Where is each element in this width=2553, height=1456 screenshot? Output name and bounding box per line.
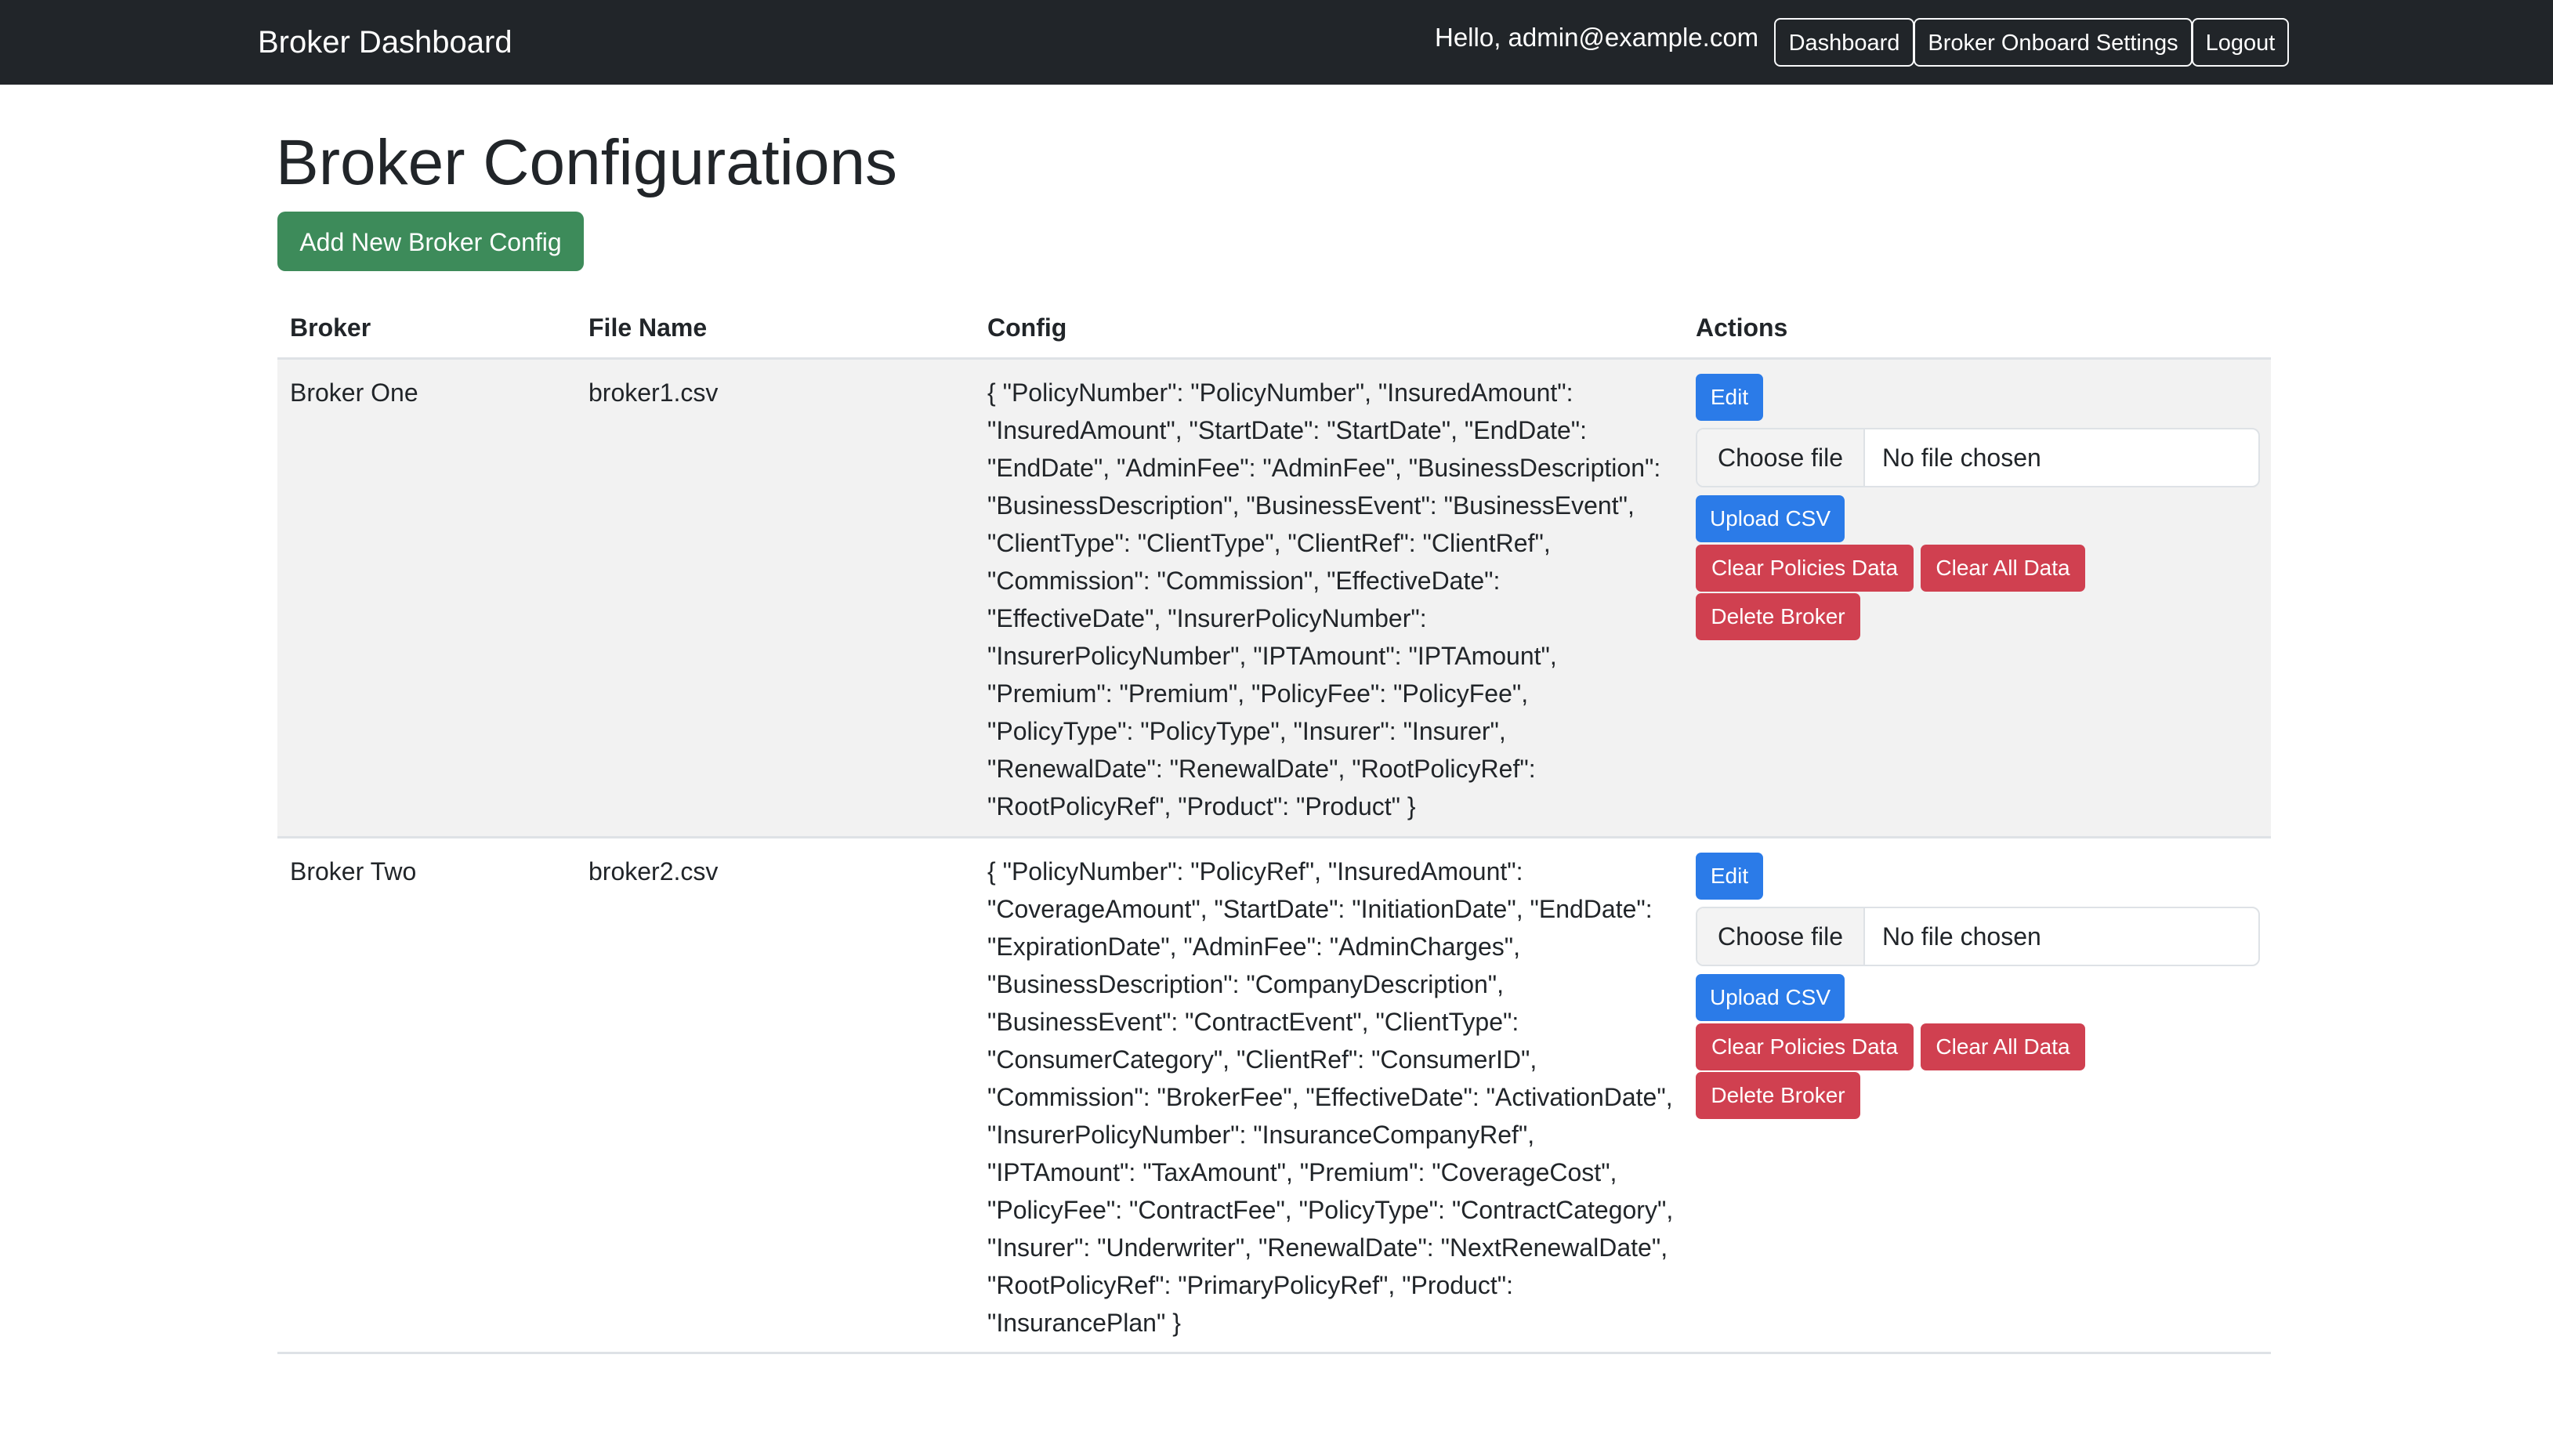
csv-file-input[interactable]: Choose file No file chosen bbox=[1696, 907, 2260, 966]
top-navbar: Broker Dashboard Hello, admin@example.co… bbox=[0, 0, 2553, 85]
upload-csv-button[interactable]: Upload CSV bbox=[1696, 974, 1845, 1021]
broker-name: Broker One bbox=[290, 378, 418, 407]
user-greeting: Hello, admin@example.com bbox=[1435, 23, 1759, 52]
column-header-actions: Actions bbox=[1696, 313, 1788, 342]
nav-dashboard-button[interactable]: Dashboard bbox=[1774, 18, 1914, 67]
clear-policies-data-button[interactable]: Clear Policies Data bbox=[1696, 1023, 1914, 1070]
column-header-file-name: File Name bbox=[588, 313, 708, 342]
brand-title[interactable]: Broker Dashboard bbox=[258, 21, 512, 63]
upload-csv-button[interactable]: Upload CSV bbox=[1696, 495, 1845, 542]
config-json: { "PolicyNumber": "PolicyNumber", "Insur… bbox=[987, 378, 1661, 820]
nav-broker-onboard-settings-button[interactable]: Broker Onboard Settings bbox=[1914, 18, 2193, 67]
file-status-text: No file chosen bbox=[1882, 922, 2041, 951]
file-name: broker1.csv bbox=[588, 378, 719, 407]
add-broker-config-button[interactable]: Add New Broker Config bbox=[277, 212, 584, 271]
nav-logout-button[interactable]: Logout bbox=[2192, 18, 2289, 67]
column-header-config: Config bbox=[987, 313, 1067, 342]
choose-file-button[interactable]: Choose file bbox=[1697, 429, 1865, 486]
table-row: Broker One broker1.csv { "PolicyNumber":… bbox=[277, 360, 2271, 838]
page-title: Broker Configurations bbox=[276, 127, 898, 198]
edit-button[interactable]: Edit bbox=[1696, 374, 1763, 421]
clear-all-data-button[interactable]: Clear All Data bbox=[1921, 1023, 2085, 1070]
delete-broker-button[interactable]: Delete Broker bbox=[1696, 1072, 1860, 1119]
column-header-broker: Broker bbox=[290, 313, 371, 342]
file-status-text: No file chosen bbox=[1882, 444, 2041, 472]
csv-file-input[interactable]: Choose file No file chosen bbox=[1696, 428, 2260, 487]
choose-file-button[interactable]: Choose file bbox=[1697, 908, 1865, 965]
clear-all-data-button[interactable]: Clear All Data bbox=[1921, 545, 2085, 592]
config-json: { "PolicyNumber": "PolicyRef", "InsuredA… bbox=[987, 857, 1674, 1337]
table-row: Broker Two broker2.csv { "PolicyNumber":… bbox=[277, 838, 2271, 1354]
delete-broker-button[interactable]: Delete Broker bbox=[1696, 593, 1860, 640]
clear-policies-data-button[interactable]: Clear Policies Data bbox=[1696, 545, 1914, 592]
edit-button[interactable]: Edit bbox=[1696, 853, 1763, 900]
file-name: broker2.csv bbox=[588, 857, 719, 886]
broker-name: Broker Two bbox=[290, 857, 417, 886]
